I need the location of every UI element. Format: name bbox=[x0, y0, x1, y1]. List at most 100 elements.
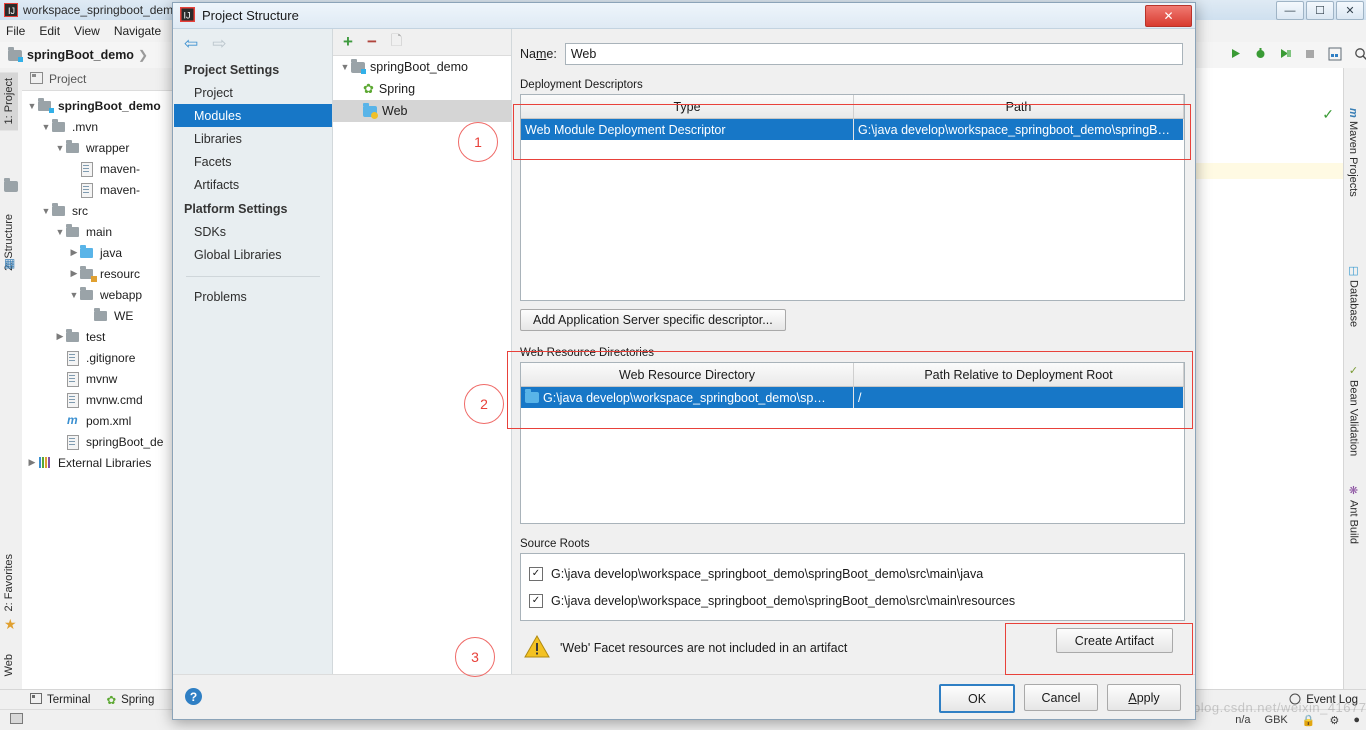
tree-row[interactable]: m pom.xml bbox=[22, 410, 187, 431]
project-tree[interactable]: ▼ springBoot_demo ▼ .mvn ▼ wrapper maven-maven… bbox=[22, 91, 187, 473]
ok-button[interactable]: OK bbox=[939, 684, 1015, 713]
chevron-right-icon[interactable]: ▶ bbox=[26, 457, 38, 468]
tree-row[interactable]: mvnw.cmd bbox=[22, 389, 187, 410]
tree-row[interactable]: ▼ .mvn bbox=[22, 116, 187, 137]
module-node-spring[interactable]: ✿ Spring bbox=[333, 78, 511, 100]
tree-row[interactable]: maven- bbox=[22, 158, 187, 179]
nav-item-global-libraries[interactable]: Global Libraries bbox=[174, 243, 332, 266]
column-header-path[interactable]: Path bbox=[853, 95, 1184, 119]
show-desktop-icon[interactable] bbox=[10, 713, 23, 727]
tree-row[interactable]: ▼ wrapper bbox=[22, 137, 187, 158]
maximize-button[interactable]: ☐ bbox=[1306, 1, 1334, 20]
nav-item-facets[interactable]: Facets bbox=[174, 150, 332, 173]
tool-tab-web[interactable]: Web bbox=[0, 648, 18, 682]
tree-row[interactable]: ▶ External Libraries bbox=[22, 452, 187, 473]
back-arrow-icon[interactable]: ⇦ bbox=[184, 35, 198, 52]
memory-indicator[interactable]: ● bbox=[1353, 714, 1360, 726]
tree-row[interactable]: mvnw bbox=[22, 368, 187, 389]
menu-edit[interactable]: Edit bbox=[39, 24, 60, 38]
tree-row[interactable]: maven- bbox=[22, 179, 187, 200]
chevron-down-icon[interactable]: ▼ bbox=[339, 62, 351, 72]
nav-item-modules[interactable]: Modules bbox=[174, 104, 332, 127]
structure-grid-icon[interactable] bbox=[1328, 47, 1342, 64]
inspection-bug-icon[interactable]: ⚙ bbox=[1329, 714, 1339, 727]
event-log-button[interactable]: Event Log bbox=[1289, 693, 1358, 708]
minimize-button[interactable]: — bbox=[1276, 1, 1304, 20]
tree-row[interactable]: ▶ resourc bbox=[22, 263, 187, 284]
tool-tab-favorites[interactable]: 2: Favorites bbox=[0, 548, 18, 617]
encoding-label[interactable]: GBK bbox=[1265, 714, 1288, 726]
help-icon[interactable]: ? bbox=[185, 688, 202, 705]
add-app-server-descriptor-button[interactable]: Add Application Server specific descript… bbox=[520, 309, 786, 331]
run-icon[interactable] bbox=[1229, 47, 1242, 63]
nav-item-libraries[interactable]: Libraries bbox=[174, 127, 332, 150]
deployment-descriptors-table[interactable]: Type Path Web Module Deployment Descript… bbox=[520, 94, 1185, 301]
module-node-springboot-demo[interactable]: ▼ springBoot_demo bbox=[333, 56, 511, 78]
tree-row[interactable]: ▶ test bbox=[22, 326, 187, 347]
chevron-down-icon[interactable]: ▼ bbox=[54, 227, 66, 237]
column-header-type[interactable]: Type bbox=[521, 95, 854, 119]
apply-button[interactable]: Apply bbox=[1107, 684, 1181, 711]
menu-file[interactable]: File bbox=[6, 24, 25, 38]
close-button[interactable]: ✕ bbox=[1336, 1, 1364, 20]
column-header-web-resource-directory[interactable]: Web Resource Directory bbox=[521, 363, 854, 387]
nav-item-project[interactable]: Project bbox=[174, 81, 332, 104]
cancel-button[interactable]: Cancel bbox=[1024, 684, 1098, 711]
create-artifact-button[interactable]: Create Artifact bbox=[1055, 628, 1173, 653]
tool-tab-maven-projects[interactable]: m Maven Projects bbox=[1344, 102, 1362, 203]
chevron-right-icon[interactable]: ▶ bbox=[54, 331, 66, 342]
tool-tab-bean-validation[interactable]: ✓ Bean Validation bbox=[1344, 358, 1363, 462]
forward-arrow-icon[interactable]: ⇨ bbox=[212, 35, 226, 52]
project-panel-header: Project bbox=[22, 68, 187, 91]
web-resource-directories-table[interactable]: Web Resource Directory Path Relative to … bbox=[520, 362, 1185, 524]
tool-tab-database[interactable]: ◫ Database bbox=[1344, 258, 1363, 333]
status-spring[interactable]: ✿ Spring bbox=[106, 693, 154, 707]
table-row[interactable]: G:\java develop\workspace_springboot_dem… bbox=[521, 386, 1184, 408]
list-item[interactable]: ✓ G:\java develop\workspace_springboot_d… bbox=[521, 587, 1184, 614]
tool-tab-project[interactable]: 1: Project bbox=[0, 72, 18, 131]
checkbox-icon[interactable]: ✓ bbox=[529, 566, 543, 581]
name-input[interactable] bbox=[564, 43, 1183, 65]
tree-row-label: .gitignore bbox=[86, 350, 136, 365]
module-node-web[interactable]: Web bbox=[333, 100, 511, 122]
chevron-right-icon[interactable]: ▶ bbox=[68, 268, 80, 279]
chevron-down-icon[interactable]: ▼ bbox=[40, 122, 52, 132]
dialog-close-button[interactable]: ✕ bbox=[1145, 5, 1192, 27]
tree-row[interactable]: springBoot_de bbox=[22, 431, 187, 452]
checkbox-icon[interactable]: ✓ bbox=[529, 593, 543, 608]
stop-icon[interactable] bbox=[1304, 48, 1316, 63]
breadcrumb[interactable]: springBoot_demo bbox=[8, 46, 134, 62]
left-tool-strip: 1: Project 2: Structure 2: Favorites Web… bbox=[0, 68, 23, 712]
chevron-right-icon[interactable]: ▶ bbox=[68, 247, 80, 258]
remove-icon[interactable]: − bbox=[367, 32, 377, 52]
line-separator-label[interactable]: n/a bbox=[1235, 714, 1250, 726]
lock-icon[interactable]: 🔒 bbox=[1302, 714, 1316, 727]
chevron-down-icon[interactable]: ▼ bbox=[68, 290, 80, 300]
nav-item-artifacts[interactable]: Artifacts bbox=[174, 173, 332, 196]
table-row[interactable]: Web Module Deployment Descriptor G:\java… bbox=[521, 118, 1184, 140]
nav-item-problems[interactable]: Problems bbox=[174, 285, 332, 308]
copy-icon[interactable]: 🗋 bbox=[391, 30, 402, 54]
search-icon[interactable] bbox=[1354, 47, 1366, 64]
tree-row[interactable]: ▶ java bbox=[22, 242, 187, 263]
chevron-down-icon[interactable]: ▼ bbox=[40, 206, 52, 216]
column-header-path-relative[interactable]: Path Relative to Deployment Root bbox=[853, 363, 1184, 387]
run-coverage-icon[interactable] bbox=[1279, 47, 1292, 63]
tree-row[interactable]: ▼ webapp bbox=[22, 284, 187, 305]
chevron-down-icon[interactable]: ▼ bbox=[26, 101, 38, 111]
add-icon[interactable]: + bbox=[343, 32, 353, 52]
nav-item-sdks[interactable]: SDKs bbox=[174, 220, 332, 243]
tool-tab-ant-build[interactable]: ❋ Ant Build bbox=[1344, 478, 1363, 550]
status-terminal[interactable]: Terminal bbox=[30, 693, 90, 707]
tree-row[interactable]: WE bbox=[22, 305, 187, 326]
menu-navigate[interactable]: Navigate bbox=[114, 24, 161, 38]
tree-row[interactable]: ▼ springBoot_demo bbox=[22, 95, 187, 116]
tree-row[interactable]: ▼ main bbox=[22, 221, 187, 242]
menu-view[interactable]: View bbox=[74, 24, 100, 38]
tree-row[interactable]: ▼ src bbox=[22, 200, 187, 221]
cell-web-resource-directory-label: G:\java develop\workspace_springboot_dem… bbox=[543, 390, 826, 405]
tree-row[interactable]: .gitignore bbox=[22, 347, 187, 368]
debug-icon[interactable] bbox=[1254, 47, 1267, 63]
list-item[interactable]: ✓ G:\java develop\workspace_springboot_d… bbox=[521, 560, 1184, 587]
chevron-down-icon[interactable]: ▼ bbox=[54, 143, 66, 153]
